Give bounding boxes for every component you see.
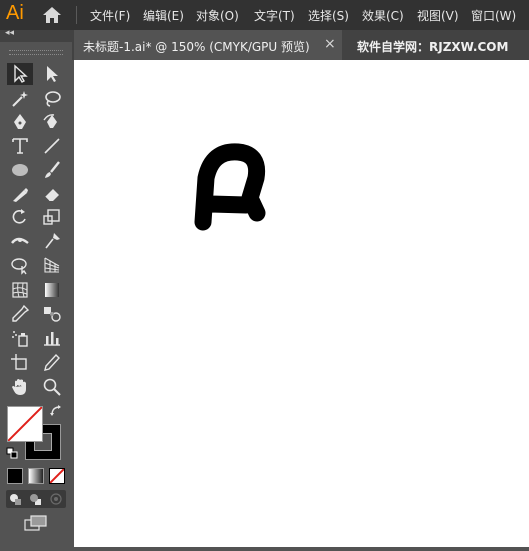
blend-tool-icon bbox=[44, 307, 61, 322]
shape-builder-tool[interactable] bbox=[7, 254, 33, 276]
swap-fill-stroke-icon[interactable] bbox=[49, 404, 63, 418]
type-tool[interactable] bbox=[7, 135, 33, 157]
tab-label: 未标题-1.ai* @ 150% (CMYK/GPU 预览) bbox=[83, 40, 310, 54]
shaper-tool[interactable] bbox=[7, 183, 33, 205]
pen-tool[interactable] bbox=[7, 111, 33, 133]
curvature-tool-icon bbox=[43, 114, 57, 128]
pen-tool-icon bbox=[14, 114, 26, 129]
artboard-tool-icon bbox=[11, 354, 27, 370]
width-tool-icon bbox=[11, 237, 29, 244]
symbol-sprayer-tool-icon bbox=[12, 331, 28, 347]
menu-file[interactable]: 文件(F) bbox=[90, 7, 130, 24]
draw-normal-icon[interactable] bbox=[9, 492, 23, 506]
eyedropper-tool-icon bbox=[12, 304, 30, 322]
artboard-tool[interactable] bbox=[7, 352, 33, 374]
menu-object[interactable]: 对象(O) bbox=[196, 7, 239, 24]
magic-wand-tool[interactable] bbox=[7, 88, 33, 110]
color-icon[interactable] bbox=[7, 468, 23, 484]
menu-select[interactable]: 选择(S) bbox=[308, 7, 349, 24]
default-fill-stroke-icon[interactable] bbox=[6, 447, 18, 459]
line-segment-tool-icon bbox=[44, 138, 60, 154]
menu-edit[interactable]: 编辑(E) bbox=[143, 7, 184, 24]
collapse-panel-icon[interactable]: ◂◂ bbox=[5, 28, 14, 38]
none-slash-icon bbox=[8, 407, 42, 441]
column-graph-tool[interactable] bbox=[39, 327, 65, 349]
width-tool[interactable] bbox=[7, 230, 33, 252]
scale-tool[interactable] bbox=[39, 206, 65, 228]
artboard-canvas[interactable] bbox=[74, 60, 529, 547]
hand-tool[interactable] bbox=[7, 376, 33, 398]
type-tool-icon bbox=[12, 138, 28, 154]
menu-bar: Ai 文件(F) 编辑(E) 对象(O) 文字(T) 选择(S) 效果(C) 视… bbox=[0, 0, 529, 30]
mesh-tool-icon bbox=[12, 282, 28, 298]
home-icon[interactable] bbox=[41, 5, 63, 25]
panel-grip[interactable] bbox=[9, 50, 63, 55]
eraser-tool[interactable] bbox=[39, 183, 65, 205]
rotate-tool-icon bbox=[12, 209, 26, 224]
ellipse-tool[interactable] bbox=[7, 159, 33, 181]
perspective-grid-tool-icon bbox=[44, 257, 60, 273]
puppet-warp-tool[interactable] bbox=[39, 230, 65, 252]
none-slash-mini-icon bbox=[50, 469, 64, 483]
shape-builder-tool-icon bbox=[11, 258, 27, 275]
slice-tool[interactable] bbox=[39, 352, 65, 374]
lasso-tool[interactable] bbox=[39, 88, 65, 110]
direct-selection-tool[interactable] bbox=[39, 63, 65, 85]
symbol-sprayer-tool[interactable] bbox=[7, 327, 33, 349]
menu-view[interactable]: 视图(V) bbox=[417, 7, 459, 24]
selection-tool[interactable] bbox=[7, 63, 33, 85]
puppet-warp-tool-icon bbox=[45, 233, 60, 249]
ellipse-tool-icon bbox=[12, 164, 28, 176]
line-segment-tool[interactable] bbox=[39, 135, 65, 157]
menu-effect[interactable]: 效果(C) bbox=[362, 7, 404, 24]
magic-wand-tool-icon bbox=[12, 91, 28, 107]
gradient-tool[interactable] bbox=[39, 279, 65, 301]
menu-window[interactable]: 窗口(W) bbox=[471, 7, 516, 24]
menu-divider bbox=[76, 6, 77, 24]
tab-watermark-site[interactable]: 软件自学网：RJZXW.COM bbox=[357, 38, 508, 55]
paintbrush-tool-icon bbox=[45, 161, 60, 178]
close-tab-icon[interactable]: × bbox=[324, 36, 336, 52]
shaper-tool-icon bbox=[13, 188, 28, 202]
eyedropper-tool[interactable] bbox=[7, 303, 33, 325]
fill-swatch[interactable] bbox=[7, 406, 43, 442]
selection-tool-icon bbox=[14, 64, 28, 83]
menu-type[interactable]: 文字(T) bbox=[254, 7, 295, 24]
perspective-grid-tool[interactable] bbox=[39, 254, 65, 276]
paintbrush-tool[interactable] bbox=[39, 159, 65, 181]
rotate-tool[interactable] bbox=[7, 206, 33, 228]
draw-inside-icon[interactable] bbox=[49, 492, 63, 506]
zoom-tool[interactable] bbox=[39, 376, 65, 398]
scale-tool-icon bbox=[43, 209, 60, 225]
app-logo: Ai bbox=[6, 2, 24, 24]
brush-stroke-path bbox=[194, 143, 266, 231]
slice-tool-icon bbox=[44, 353, 60, 371]
hand-tool-icon bbox=[12, 379, 26, 395]
direct-selection-tool-icon bbox=[47, 66, 58, 82]
curvature-tool[interactable] bbox=[39, 111, 65, 133]
eraser-tool-icon bbox=[44, 189, 59, 202]
tab-untitled-1[interactable]: 未标题-1.ai* @ 150% (CMYK/GPU 预览) × bbox=[74, 30, 342, 60]
mesh-tool[interactable] bbox=[7, 279, 33, 301]
none-icon[interactable] bbox=[49, 468, 65, 484]
lasso-tool-icon bbox=[45, 91, 61, 107]
gradient-icon[interactable] bbox=[28, 468, 44, 484]
change-screen-mode-icon[interactable] bbox=[24, 515, 48, 531]
gradient-tool-icon bbox=[45, 283, 59, 297]
zoom-tool-icon bbox=[43, 378, 61, 396]
column-graph-tool-icon bbox=[44, 332, 60, 346]
blend-tool[interactable] bbox=[39, 303, 65, 325]
draw-behind-icon[interactable] bbox=[29, 492, 43, 506]
artwork bbox=[194, 143, 266, 231]
